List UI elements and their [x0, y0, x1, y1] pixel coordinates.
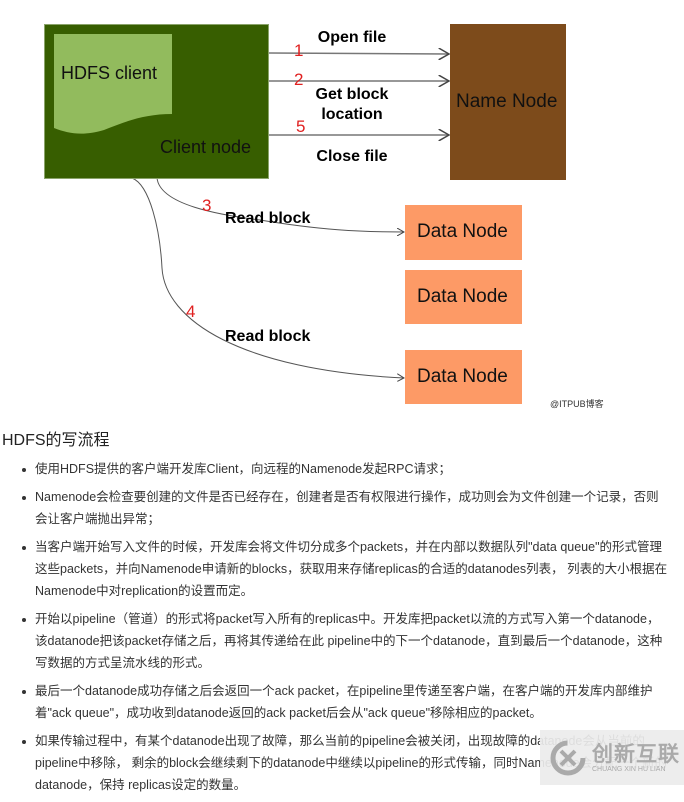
watermark-name: 创新互联: [592, 743, 680, 766]
list-item: Namenode会检查要创建的文件是否已经存在，创建者是否有权限进行操作，成功则…: [22, 486, 669, 530]
hdfs-client-document-shape: [54, 34, 172, 134]
data-node-2-label: Data Node: [417, 286, 508, 307]
step-label-open-file: Open file: [317, 29, 387, 46]
step-label-read-block-3: Read block: [225, 210, 311, 227]
step-number-4: 4: [186, 302, 196, 321]
step-label-get-block-location: Get block location: [315, 86, 389, 123]
list-item: 开始以pipeline（管道）的形式将packet写入所有的replicas中。…: [22, 608, 669, 674]
data-node-3-label: Data Node: [417, 366, 508, 387]
list-item: 当客户端开始写入文件的时候，开发库会将文件切分成多个packets，并在内部以数…: [22, 536, 669, 602]
section-heading: HDFS的写流程: [2, 432, 110, 449]
logo-icon: [550, 740, 586, 776]
data-node-1-label: Data Node: [417, 221, 508, 242]
list-item: 最后一个datanode成功存储之后会返回一个ack packet，在pipel…: [22, 680, 669, 724]
name-node-label: Name Node: [456, 91, 558, 112]
step-number-3: 3: [202, 196, 212, 215]
step-label-close-file: Close file: [316, 148, 388, 165]
watermark-pinyin: CHUANG XIN HU LIAN: [592, 766, 666, 773]
image-credit: @ITPUB博客: [550, 399, 604, 409]
arrow-read-block-2: [131, 177, 404, 378]
step-label-read-block-4: Read block: [225, 328, 311, 345]
watermark-logo: 创新互联 CHUANG XIN HU LIAN: [540, 730, 684, 785]
hdfs-diagram: HDFS client Client node Name Node Data N…: [0, 0, 684, 415]
list-item: 使用HDFS提供的客户端开发库Client，向远程的Namenode发起RPC请…: [22, 458, 669, 480]
hdfs-client-label: HDFS client: [61, 63, 158, 83]
client-node-label: Client node: [160, 137, 252, 157]
step-number-5: 5: [296, 117, 306, 136]
